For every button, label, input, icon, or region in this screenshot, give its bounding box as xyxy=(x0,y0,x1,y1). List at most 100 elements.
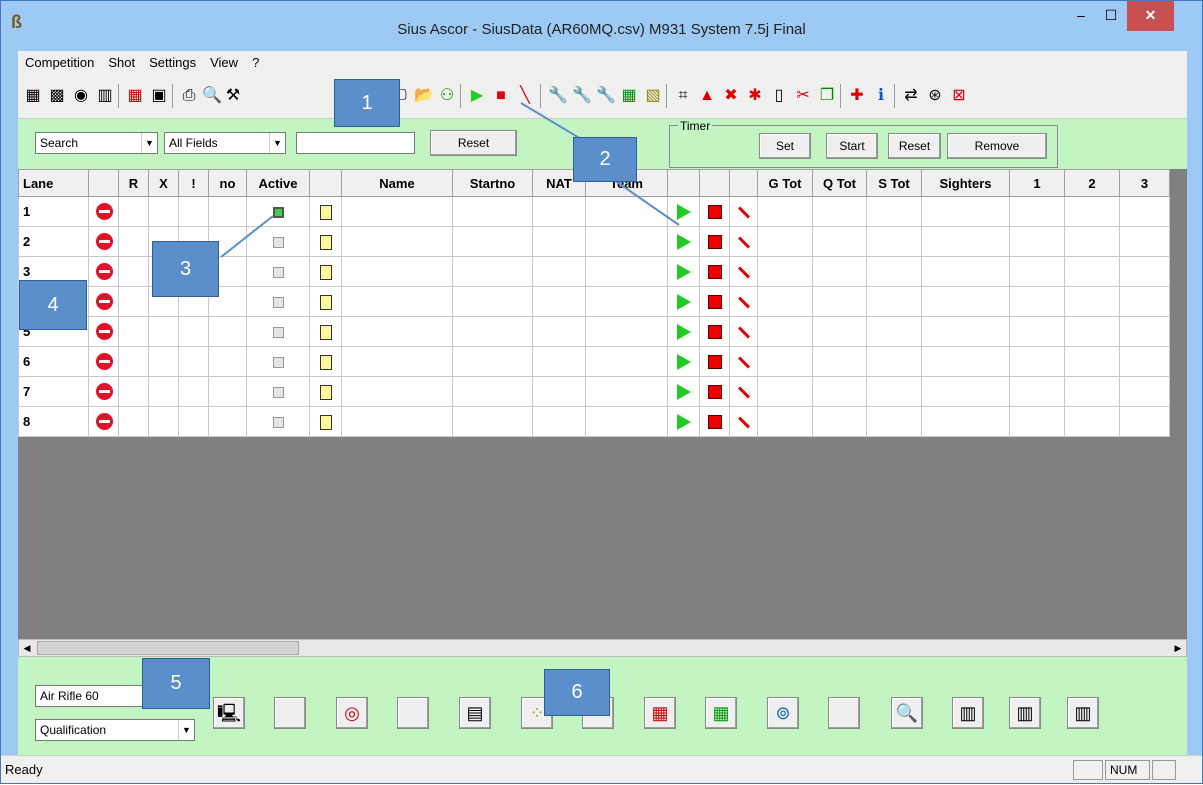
start-lane-icon[interactable] xyxy=(667,346,700,377)
active-checkbox[interactable] xyxy=(246,226,310,257)
start-lane-icon[interactable] xyxy=(667,256,700,287)
maximize-button[interactable]: ☐ xyxy=(1096,1,1126,31)
stop-lane-square-icon[interactable] xyxy=(699,316,730,347)
transfer-icon[interactable]: ⇄ xyxy=(902,86,920,106)
col-doc[interactable] xyxy=(309,169,342,197)
col-s-tot[interactable]: S Tot xyxy=(866,169,922,197)
magnifier-button[interactable]: 🔍 xyxy=(891,697,923,729)
col-shot-2[interactable]: 2 xyxy=(1064,169,1120,197)
stop-lane-icon[interactable] xyxy=(88,196,119,227)
stop-lane-icon[interactable] xyxy=(88,346,119,377)
stop-lane-icon[interactable] xyxy=(88,226,119,257)
edit-shooter-icon[interactable] xyxy=(309,226,342,257)
sighter-lane-icon[interactable] xyxy=(729,376,758,407)
copy-icon[interactable]: ❐ xyxy=(818,86,836,106)
sighter-lane-icon[interactable] xyxy=(729,406,758,437)
start-lane-icon[interactable] xyxy=(667,316,700,347)
sighter-all-icon[interactable]: ╲ xyxy=(516,86,534,106)
col-sighter-btn[interactable] xyxy=(729,169,758,197)
timer-remove-button[interactable]: Remove xyxy=(947,133,1047,159)
start-all-icon[interactable]: ▶ xyxy=(468,86,486,106)
active-checkbox[interactable] xyxy=(246,346,310,377)
col-flag[interactable]: ! xyxy=(178,169,209,197)
swiss-flag-icon[interactable]: ✚ xyxy=(848,86,866,106)
edit-shooter-icon[interactable] xyxy=(309,286,342,317)
stop-lane-square-icon[interactable] xyxy=(699,346,730,377)
scissors-icon[interactable]: ✂ xyxy=(794,86,812,106)
col-startno[interactable]: Startno xyxy=(452,169,533,197)
network-icon[interactable]: ⊛ xyxy=(926,86,944,106)
col-shot-3[interactable]: 3 xyxy=(1119,169,1170,197)
barcode-button-2[interactable]: ▥ xyxy=(1009,697,1041,729)
close-button[interactable]: ✕ xyxy=(1127,1,1174,31)
stop-lane-icon[interactable] xyxy=(88,286,119,317)
sighter-lane-icon[interactable] xyxy=(729,196,758,227)
print-preview-icon[interactable]: 🔍 xyxy=(202,86,222,106)
tools-icon[interactable]: ⚒ xyxy=(224,86,242,106)
green-grid-icon[interactable]: ▦ xyxy=(620,86,638,106)
menu-help[interactable]: ? xyxy=(245,51,266,70)
monitor-button[interactable]: 🖳 xyxy=(213,697,245,729)
col-sighters[interactable]: Sighters xyxy=(921,169,1010,197)
stop-lane-square-icon[interactable] xyxy=(699,226,730,257)
barcode-button-3[interactable]: ▥ xyxy=(1067,697,1099,729)
edit-shooter-icon[interactable] xyxy=(309,376,342,407)
info-icon[interactable]: ℹ xyxy=(872,86,890,106)
col-x[interactable]: X xyxy=(148,169,179,197)
col-name[interactable]: Name xyxy=(341,169,453,197)
start-lane-icon[interactable] xyxy=(667,406,700,437)
col-start-btn[interactable] xyxy=(667,169,700,197)
timer-start-button[interactable]: Start xyxy=(826,133,878,159)
warning-icon[interactable]: ▲ xyxy=(698,86,716,106)
print-icon[interactable]: ⎙ xyxy=(180,86,198,106)
active-checkbox[interactable] xyxy=(246,196,310,227)
sighter-lane-icon[interactable] xyxy=(729,346,758,377)
sighter-lane-icon[interactable] xyxy=(729,256,758,287)
network-target-button[interactable]: ⊚ xyxy=(767,697,799,729)
lane-layout-icon[interactable]: ▦ xyxy=(24,86,42,106)
target-icon[interactable]: ◉ xyxy=(72,86,90,106)
table-row[interactable]: 7 xyxy=(18,376,1170,407)
sighter-lane-icon[interactable] xyxy=(729,286,758,317)
active-checkbox[interactable] xyxy=(246,376,310,407)
timer-reset-button[interactable]: Reset xyxy=(888,133,941,159)
menu-view[interactable]: View xyxy=(203,51,245,70)
table-row[interactable]: 1 xyxy=(18,196,1170,227)
active-checkbox[interactable] xyxy=(246,256,310,287)
stop-lane-square-icon[interactable] xyxy=(699,376,730,407)
active-checkbox[interactable] xyxy=(246,316,310,347)
target-button[interactable]: ◎ xyxy=(336,697,368,729)
sighter-lane-icon[interactable] xyxy=(729,316,758,347)
stop-all-icon[interactable]: ■ xyxy=(492,86,510,106)
start-lane-icon[interactable] xyxy=(667,226,700,257)
menu-shot[interactable]: Shot xyxy=(101,51,142,70)
grid-layout-icon[interactable]: ▩ xyxy=(48,86,66,106)
scorecard-button[interactable]: ▤ xyxy=(459,697,491,729)
scroll-right-icon[interactable]: ▶ xyxy=(1170,640,1186,656)
columns-icon[interactable]: ▥ xyxy=(96,86,114,106)
edit-shooter-icon[interactable] xyxy=(309,406,342,437)
bug-icon[interactable]: ✱ xyxy=(746,86,764,106)
red-counter-button[interactable]: ▦ xyxy=(644,697,676,729)
col-lane[interactable]: Lane xyxy=(18,169,89,197)
start-lane-icon[interactable] xyxy=(667,196,700,227)
disconnect-icon[interactable]: ⊠ xyxy=(950,86,968,106)
minimize-button[interactable]: – xyxy=(1066,1,1096,31)
phase-select[interactable]: Qualification ▼ xyxy=(35,719,195,741)
search-field-select[interactable]: All Fields ▼ xyxy=(164,132,286,154)
search-input[interactable] xyxy=(296,132,415,154)
yellow-grid-icon[interactable]: ▧ xyxy=(644,86,662,106)
col-active[interactable]: Active xyxy=(246,169,310,197)
col-q-tot[interactable]: Q Tot xyxy=(812,169,867,197)
save-icon[interactable]: ▣ xyxy=(150,86,168,106)
wrench-3-icon[interactable]: 🔧 xyxy=(596,86,616,106)
table-row[interactable]: 8 xyxy=(18,406,1170,437)
results-icon[interactable]: ▦ xyxy=(126,86,144,106)
edit-shooter-icon[interactable] xyxy=(309,316,342,347)
col-stop[interactable] xyxy=(88,169,119,197)
green-counter-button[interactable]: ▦ xyxy=(705,697,737,729)
split-icon[interactable]: ⌗ xyxy=(674,86,692,106)
stop-lane-icon[interactable] xyxy=(88,376,119,407)
timer-set-button[interactable]: Set xyxy=(759,133,811,159)
col-shot-1[interactable]: 1 xyxy=(1009,169,1065,197)
